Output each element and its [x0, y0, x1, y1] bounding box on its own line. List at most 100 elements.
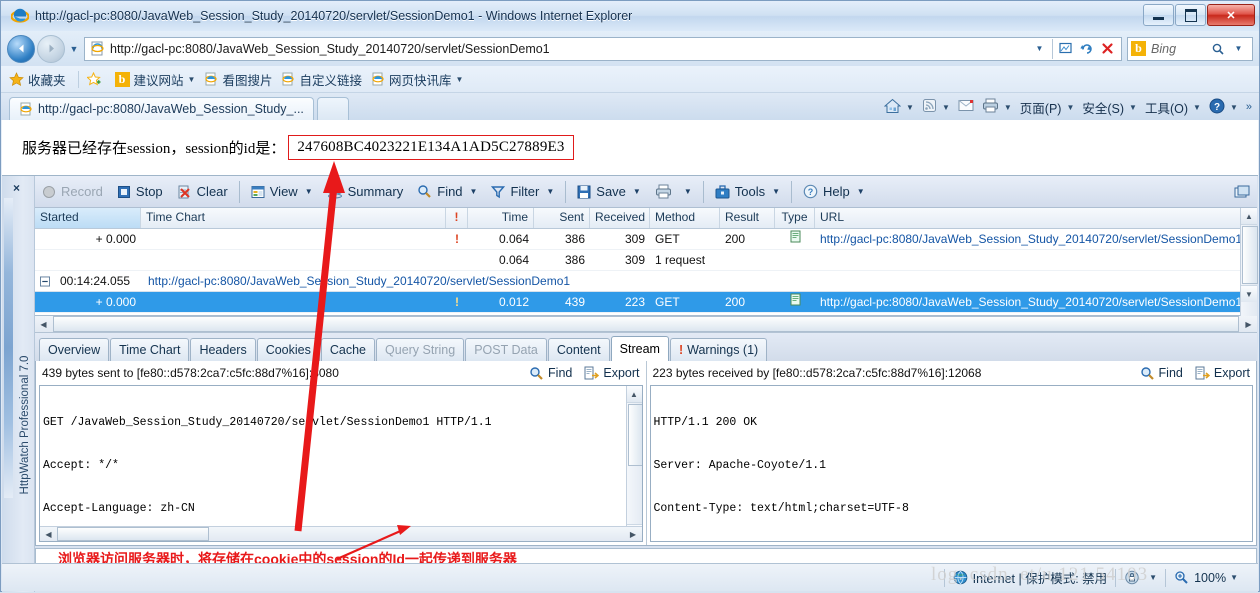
- column-header-result[interactable]: Result: [720, 208, 775, 228]
- print-button[interactable]: ▼: [648, 179, 699, 205]
- filter-button[interactable]: Filter ▼: [484, 179, 561, 205]
- stop-button[interactable]: Stop: [110, 179, 170, 205]
- tab-time-chart[interactable]: Time Chart: [110, 338, 190, 361]
- scroll-up-arrow-icon[interactable]: ▲: [626, 386, 642, 403]
- tab-post-data[interactable]: POST Data: [465, 338, 547, 361]
- tools-menu-button[interactable]: 工具(O) ▼: [1142, 98, 1204, 117]
- chevron-down-icon[interactable]: ▼: [1149, 573, 1157, 582]
- overflow-chevron-icon[interactable]: »: [1243, 101, 1255, 113]
- request-stream-body[interactable]: GET /JavaWeb_Session_Study_20140720/serv…: [39, 385, 643, 542]
- request-find-button[interactable]: Find: [529, 366, 572, 381]
- tab-cookies[interactable]: Cookies: [256, 338, 320, 361]
- scroll-left-arrow-icon[interactable]: ◀: [35, 316, 52, 332]
- column-header-type[interactable]: Type: [775, 208, 815, 228]
- column-header-url[interactable]: URL: [815, 208, 1257, 228]
- scroll-thumb[interactable]: [627, 404, 642, 466]
- favorites-button[interactable]: 收藏夹: [9, 70, 66, 89]
- maximize-button[interactable]: [1175, 4, 1206, 26]
- mail-button[interactable]: [955, 99, 977, 115]
- find-button[interactable]: Find ▼: [410, 179, 484, 205]
- tab-headers[interactable]: Headers: [190, 338, 256, 361]
- security-menu-button[interactable]: 安全(S) ▼: [1079, 98, 1140, 117]
- scroll-thumb[interactable]: [53, 316, 1239, 332]
- chevron-down-icon[interactable]: ▼: [305, 187, 313, 196]
- table-row-group[interactable]: 00:14:24.055 http://gacl-pc:8080/JavaWeb…: [35, 271, 1257, 292]
- cell-group-url[interactable]: http://gacl-pc:8080/JavaWeb_Session_Stud…: [143, 272, 1257, 291]
- chevron-down-icon[interactable]: ▼: [470, 187, 478, 196]
- chevron-down-icon[interactable]: ▼: [772, 187, 780, 196]
- scroll-up-arrow-icon[interactable]: ▲: [1241, 208, 1257, 225]
- request-export-button[interactable]: Export: [584, 366, 640, 380]
- url-link[interactable]: http://gacl-pc:8080/JavaWeb_Session_Stud…: [820, 295, 1242, 309]
- cell-url[interactable]: http://gacl-pc:8080/JavaWeb_Session_Stud…: [815, 293, 1257, 312]
- scroll-right-arrow-icon[interactable]: ▶: [625, 526, 642, 541]
- column-header-time[interactable]: Time: [468, 208, 534, 228]
- search-icon[interactable]: [1207, 38, 1228, 59]
- column-header-method[interactable]: Method: [650, 208, 720, 228]
- cell-url[interactable]: http://gacl-pc:8080/JavaWeb_Session_Stud…: [815, 230, 1257, 249]
- stop-icon[interactable]: [1097, 38, 1118, 59]
- chevron-down-icon[interactable]: ▼: [633, 187, 641, 196]
- summary-button[interactable]: Summary: [320, 179, 411, 205]
- chevron-down-icon[interactable]: ▼: [456, 75, 464, 84]
- fav-item-1[interactable]: 看图搜片: [204, 70, 272, 89]
- close-button[interactable]: ✕: [1207, 4, 1255, 26]
- scroll-thumb[interactable]: [57, 527, 209, 541]
- page-menu-button[interactable]: 页面(P) ▼: [1017, 98, 1078, 117]
- chevron-down-icon[interactable]: ▼: [1230, 573, 1238, 582]
- tab-content[interactable]: Content: [547, 338, 610, 361]
- chevron-down-icon[interactable]: ▼: [1004, 103, 1012, 112]
- fav-item-3[interactable]: 网页快讯库 ▼: [371, 70, 463, 89]
- address-input[interactable]: http://gacl-pc:8080/JavaWeb_Session_Stud…: [84, 36, 1122, 61]
- fav-item-0[interactable]: b 建议网站 ▼: [114, 70, 196, 89]
- chevron-down-icon[interactable]: ▼: [1066, 103, 1074, 112]
- chevron-down-icon[interactable]: ▼: [1193, 103, 1201, 112]
- search-provider-caret-icon[interactable]: ▼: [1228, 38, 1249, 59]
- help-menu-button[interactable]: ? ▼: [1206, 98, 1241, 117]
- recent-pages-caret-icon[interactable]: ▼: [68, 44, 80, 54]
- grid-vertical-scrollbar[interactable]: ▲ ▼: [1240, 208, 1258, 316]
- tab-stream[interactable]: Stream: [610, 336, 669, 361]
- chevron-down-icon[interactable]: ▼: [942, 103, 950, 112]
- record-button[interactable]: Record: [35, 179, 110, 205]
- expander-icon[interactable]: [35, 276, 55, 287]
- grid-horizontal-scrollbar[interactable]: ◀ ▶: [35, 316, 1257, 333]
- tab-query-string[interactable]: Query String: [376, 338, 465, 361]
- view-button[interactable]: View ▼: [244, 179, 320, 205]
- response-export-button[interactable]: Export: [1195, 366, 1250, 380]
- response-find-button[interactable]: Find: [1140, 366, 1183, 381]
- clear-button[interactable]: Clear: [170, 179, 235, 205]
- chevron-down-icon[interactable]: ▼: [857, 187, 865, 196]
- fav-item-2[interactable]: 自定义链接: [281, 70, 362, 89]
- forward-button[interactable]: [37, 34, 65, 63]
- tools-button[interactable]: Tools ▼: [708, 179, 787, 205]
- scroll-down-arrow-icon[interactable]: ▼: [1241, 285, 1257, 302]
- minimize-button[interactable]: [1143, 4, 1174, 26]
- column-header-time-chart[interactable]: Time Chart: [141, 208, 446, 228]
- chevron-down-icon[interactable]: ▼: [906, 103, 914, 112]
- search-input[interactable]: b Bing ▼: [1127, 36, 1253, 61]
- column-header-warning[interactable]: !: [446, 208, 468, 228]
- refresh-icon[interactable]: [1076, 38, 1097, 59]
- tab-cache[interactable]: Cache: [320, 338, 376, 361]
- tab-warnings[interactable]: ! Warnings (1): [669, 338, 768, 361]
- save-button[interactable]: Save ▼: [570, 179, 648, 205]
- dock-button[interactable]: [1227, 179, 1257, 205]
- table-row[interactable]: + 0.000 ! 0.012 439 223 GET 200 http://g…: [35, 292, 1257, 313]
- security-zone[interactable]: Internet | 保护模式: 禁用: [945, 568, 1116, 587]
- address-dropdown-caret-icon[interactable]: ▼: [1029, 38, 1050, 59]
- table-row[interactable]: + 0.000 ! 0.064 386 309 GET 200 http://g…: [35, 229, 1257, 250]
- scroll-left-arrow-icon[interactable]: ◀: [40, 526, 57, 541]
- feeds-button[interactable]: ▼: [919, 98, 953, 116]
- chevron-down-icon[interactable]: ▼: [684, 187, 692, 196]
- tab-session-demo[interactable]: http://gacl-pc:8080/JavaWeb_Session_Stud…: [9, 97, 314, 120]
- chevron-down-icon[interactable]: ▼: [1129, 103, 1137, 112]
- request-horizontal-scrollbar[interactable]: ◀ ▶: [40, 526, 642, 541]
- column-header-started[interactable]: Started: [35, 208, 141, 228]
- chevron-down-icon[interactable]: ▼: [188, 75, 196, 84]
- scroll-right-arrow-icon[interactable]: ▶: [1240, 316, 1257, 332]
- column-header-received[interactable]: Received: [590, 208, 650, 228]
- help-button[interactable]: ? Help ▼: [796, 179, 872, 205]
- home-button[interactable]: ▼: [881, 98, 917, 117]
- privacy-report-button[interactable]: ▼: [1116, 570, 1165, 585]
